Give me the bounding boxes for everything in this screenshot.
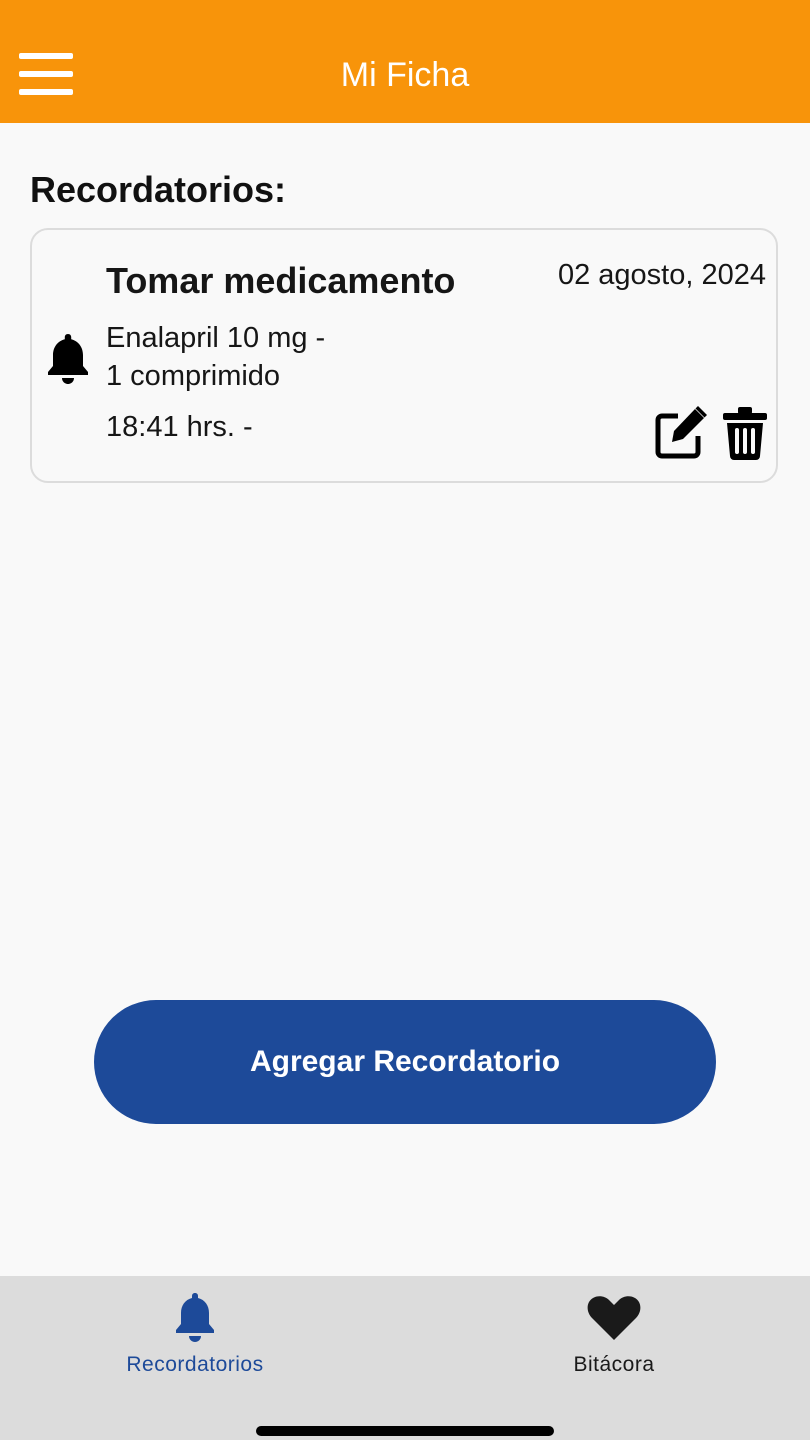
bell-icon [176, 1293, 214, 1342]
app-header: Mi Ficha [0, 0, 810, 123]
tab-recordatorios[interactable]: Recordatorios [45, 1276, 345, 1386]
bell-icon [48, 334, 88, 384]
edit-icon[interactable] [654, 406, 708, 460]
page-title: Mi Ficha [340, 56, 470, 94]
reminder-date: 02 agosto, 2024 [557, 259, 766, 291]
add-reminder-button[interactable]: Agregar Recordatorio [94, 1000, 716, 1124]
home-indicator [256, 1426, 554, 1436]
tab-label-bitacora: Bitácora [573, 1353, 655, 1376]
trash-icon[interactable] [722, 406, 768, 460]
reminder-card[interactable]: Tomar medicamento 02 agosto, 2024 Enalap… [30, 228, 778, 483]
reminder-time: 18:41 hrs. - [106, 411, 253, 443]
tab-label-recordatorios: Recordatorios [126, 1353, 264, 1376]
reminder-dose: 1 comprimido [106, 360, 281, 392]
reminder-medication: Enalapril 10 mg - [106, 322, 326, 354]
reminder-title: Tomar medicamento [106, 260, 456, 301]
section-title: Recordatorios: [30, 169, 287, 210]
tab-bitacora[interactable]: Bitácora [464, 1276, 764, 1386]
bottom-tab-bar: Recordatorios Bitácora [0, 1276, 810, 1440]
heart-icon [587, 1296, 641, 1340]
